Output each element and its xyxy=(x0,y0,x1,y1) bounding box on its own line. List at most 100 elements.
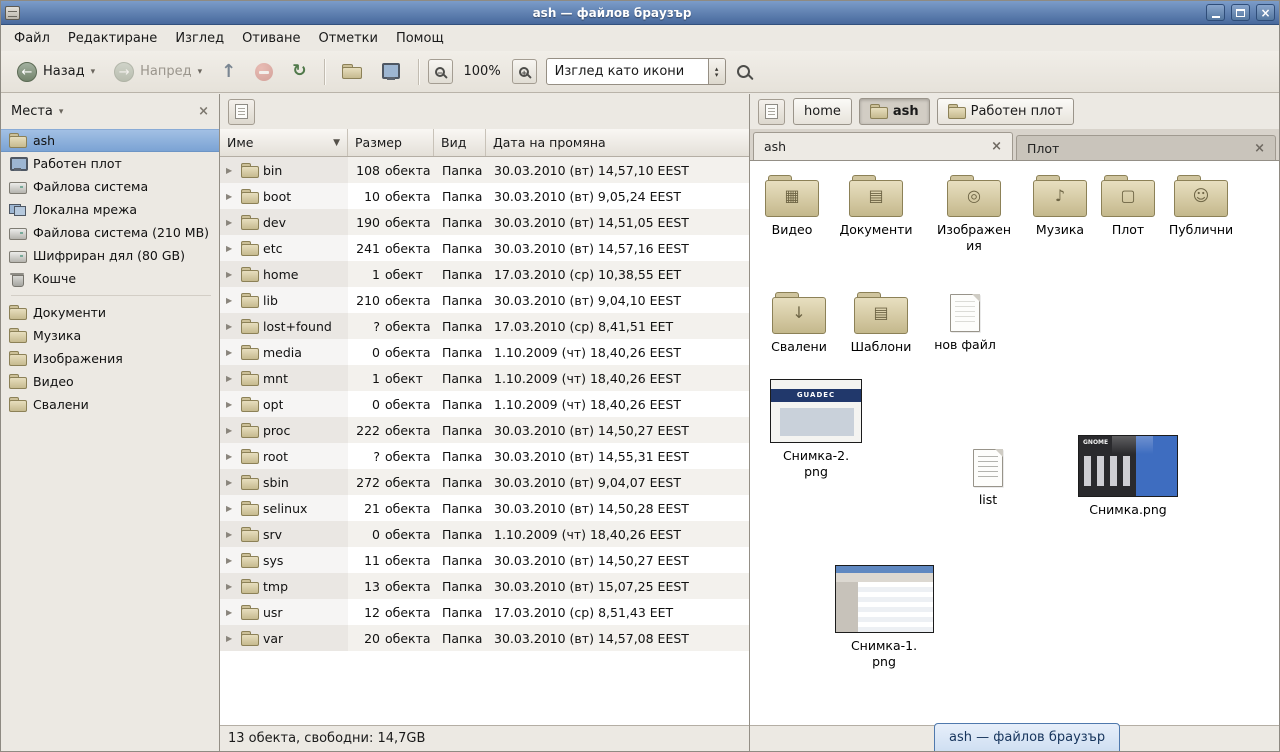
icon-view-item[interactable]: ▤ Шаблони xyxy=(836,292,926,355)
menu-item[interactable]: Отиване xyxy=(233,27,309,50)
icon-view-item[interactable]: Снимка-1. png xyxy=(839,565,929,669)
expander-icon[interactable]: ▶ xyxy=(226,504,236,513)
tab[interactable]: ash × xyxy=(753,132,1013,160)
column-header-type[interactable]: Вид xyxy=(434,129,486,156)
expander-icon[interactable]: ▶ xyxy=(226,270,236,279)
icon-view[interactable]: ▦ Видео ▤ Документи xyxy=(750,161,1279,725)
expander-icon[interactable]: ▶ xyxy=(226,348,236,357)
maximize-button[interactable] xyxy=(1231,4,1250,21)
table-row[interactable]: ▶ home 1обект Папка 17.03.2010 (ср) 10,3… xyxy=(220,261,749,287)
zoom-in-button[interactable]: + xyxy=(512,59,537,84)
pathbar-button[interactable]: Работен плот xyxy=(937,98,1074,125)
spinner-arrows-icon[interactable]: ▴▾ xyxy=(708,59,725,84)
sidebar-item[interactable] xyxy=(1,290,219,301)
home-button[interactable] xyxy=(334,59,370,84)
menu-item[interactable]: Редактиране xyxy=(59,27,166,50)
expander-icon[interactable]: ▶ xyxy=(226,478,236,487)
expander-icon[interactable]: ▶ xyxy=(226,374,236,383)
table-row[interactable]: ▶ sys 11обекта Папка 30.03.2010 (вт) 14,… xyxy=(220,547,749,573)
expander-icon[interactable]: ▶ xyxy=(226,452,236,461)
expander-icon[interactable]: ▶ xyxy=(226,244,236,253)
expander-icon[interactable]: ▶ xyxy=(226,192,236,201)
column-header-name[interactable]: Име ▼ xyxy=(220,129,348,156)
icon-view-item[interactable]: ☺ Публични xyxy=(1156,175,1246,238)
table-row[interactable]: ▶ proc 222обекта Папка 30.03.2010 (вт) 1… xyxy=(220,417,749,443)
table-row[interactable]: ▶ tmp 13обекта Папка 30.03.2010 (вт) 15,… xyxy=(220,573,749,599)
taskbar-window-button[interactable]: ash — файлов браузър xyxy=(934,723,1120,752)
sidebar-item[interactable]: ash xyxy=(1,129,219,152)
table-row[interactable]: ▶ selinux 21обекта Папка 30.03.2010 (вт)… xyxy=(220,495,749,521)
sidebar-item[interactable]: Файлова система xyxy=(1,175,219,198)
sidebar-item[interactable]: Документи xyxy=(1,301,219,324)
expander-icon[interactable]: ▶ xyxy=(226,556,236,565)
up-button[interactable]: ↑ xyxy=(213,58,244,86)
icon-view-item[interactable]: ▦ Видео xyxy=(750,175,837,238)
table-row[interactable]: ▶ dev 190обекта Папка 30.03.2010 (вт) 14… xyxy=(220,209,749,235)
expander-icon[interactable]: ▶ xyxy=(226,530,236,539)
icon-view-item[interactable]: GUADEC Снимка-2. png xyxy=(771,379,861,479)
icon-view-item[interactable]: нов файл xyxy=(920,294,1010,353)
sidebar-item[interactable]: Видео xyxy=(1,370,219,393)
pathbar-button[interactable]: home xyxy=(793,98,852,125)
zoom-out-button[interactable]: − xyxy=(428,59,453,84)
sidebar-item[interactable]: Работен плот xyxy=(1,152,219,175)
table-row[interactable]: ▶ srv 0обекта Папка 1.10.2009 (чт) 18,40… xyxy=(220,521,749,547)
icon-view-item[interactable]: ↓ Свалени xyxy=(754,292,844,355)
reload-button[interactable]: ↻ xyxy=(284,58,314,85)
table-row[interactable]: ▶ root ?обекта Папка 30.03.2010 (вт) 14,… xyxy=(220,443,749,469)
column-header-size[interactable]: Размер xyxy=(348,129,434,156)
icon-view-item[interactable]: ◎ Изображен ия xyxy=(929,175,1019,253)
table-row[interactable]: ▶ usr 12обекта Папка 17.03.2010 (ср) 8,5… xyxy=(220,599,749,625)
menu-item[interactable]: Изглед xyxy=(166,27,233,50)
table-row[interactable]: ▶ opt 0обекта Папка 1.10.2009 (чт) 18,40… xyxy=(220,391,749,417)
sidebar-item[interactable]: Файлова система (210 MB) xyxy=(1,221,219,244)
column-header-date[interactable]: Дата на промяна xyxy=(486,129,749,156)
close-button[interactable]: × xyxy=(1256,4,1275,21)
icon-view-item[interactable]: ▤ Документи xyxy=(831,175,921,238)
expander-icon[interactable]: ▶ xyxy=(226,166,236,175)
table-row[interactable]: ▶ mnt 1обект Папка 1.10.2009 (чт) 18,40,… xyxy=(220,365,749,391)
sidebar-item[interactable]: Музика xyxy=(1,324,219,347)
table-row[interactable]: ▶ sbin 272обекта Папка 30.03.2010 (вт) 9… xyxy=(220,469,749,495)
table-row[interactable]: ▶ lib 210обекта Папка 30.03.2010 (вт) 9,… xyxy=(220,287,749,313)
expander-icon[interactable]: ▶ xyxy=(226,634,236,643)
expander-icon[interactable]: ▶ xyxy=(226,426,236,435)
expander-icon[interactable]: ▶ xyxy=(226,582,236,591)
expander-icon[interactable]: ▶ xyxy=(226,608,236,617)
location-toggle-button[interactable] xyxy=(758,99,785,125)
chevron-down-icon[interactable]: ▾ xyxy=(59,107,64,117)
sidebar-item[interactable]: Локална мрежа xyxy=(1,198,219,221)
menu-item[interactable]: Помощ xyxy=(387,27,453,50)
sidebar-item[interactable]: Изображения xyxy=(1,347,219,370)
menu-item[interactable]: Отметки xyxy=(309,27,386,50)
expander-icon[interactable]: ▶ xyxy=(226,322,236,331)
tab-close-icon[interactable]: × xyxy=(1254,141,1265,156)
sidebar-item[interactable]: Кошче xyxy=(1,267,219,290)
expander-icon[interactable]: ▶ xyxy=(226,218,236,227)
stop-button[interactable] xyxy=(247,58,281,86)
expander-icon[interactable]: ▶ xyxy=(226,400,236,409)
view-mode-select[interactable]: Изглед като икони ▴▾ xyxy=(546,58,726,85)
sidebar-item[interactable]: Шифриран дял (80 GB) xyxy=(1,244,219,267)
table-row[interactable]: ▶ lost+found ?обекта Папка 17.03.2010 (с… xyxy=(220,313,749,339)
expander-icon[interactable]: ▶ xyxy=(226,296,236,305)
back-button[interactable]: ← Назад ▾ xyxy=(9,57,103,87)
search-button[interactable] xyxy=(729,60,758,83)
icon-view-item[interactable]: GNOME Снимка.png xyxy=(1083,435,1173,518)
table-row[interactable]: ▶ etc 241обекта Папка 30.03.2010 (вт) 14… xyxy=(220,235,749,261)
forward-button[interactable]: → Напред ▾ xyxy=(106,57,210,87)
icon-view-item[interactable]: list xyxy=(943,449,1033,508)
table-row[interactable]: ▶ var 20обекта Папка 30.03.2010 (вт) 14,… xyxy=(220,625,749,651)
sidebar-title[interactable]: Места xyxy=(11,104,53,119)
tab-close-icon[interactable]: × xyxy=(991,139,1002,154)
minimize-button[interactable] xyxy=(1206,4,1225,21)
table-row[interactable]: ▶ bin 108обекта Папка 30.03.2010 (вт) 14… xyxy=(220,157,749,183)
sidebar-close-icon[interactable]: × xyxy=(198,104,209,119)
table-row[interactable]: ▶ boot 10обекта Папка 30.03.2010 (вт) 9,… xyxy=(220,183,749,209)
tab[interactable]: Плот × xyxy=(1016,135,1276,160)
table-row[interactable]: ▶ media 0обекта Папка 1.10.2009 (чт) 18,… xyxy=(220,339,749,365)
menu-item[interactable]: Файл xyxy=(5,27,59,50)
pathbar-button[interactable]: ash xyxy=(859,98,930,125)
computer-button[interactable] xyxy=(373,58,409,85)
sidebar-item[interactable]: Свалени xyxy=(1,393,219,416)
